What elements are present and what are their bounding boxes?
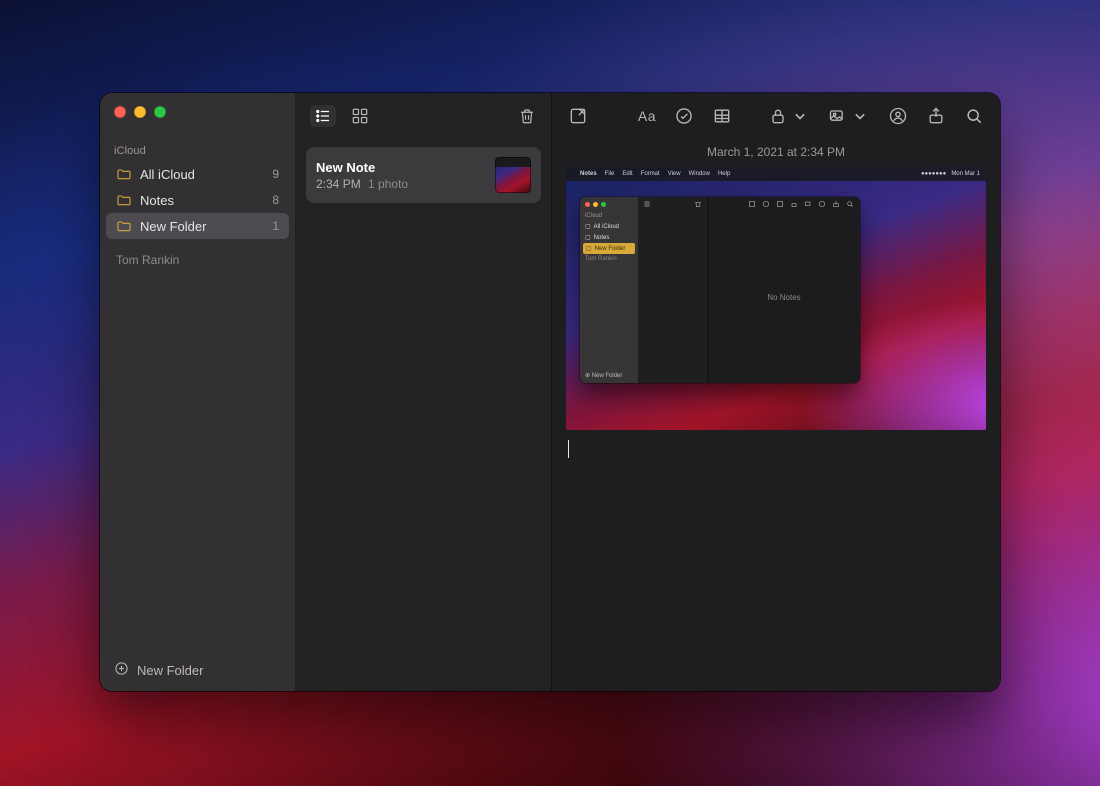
- table-button[interactable]: [712, 106, 732, 126]
- gallery-view-button[interactable]: [350, 106, 370, 126]
- chevron-down-icon: [850, 106, 870, 126]
- delete-note-button[interactable]: [517, 106, 537, 126]
- note-title: New Note: [316, 160, 485, 175]
- folder-icon: [116, 166, 132, 182]
- chevron-down-icon: [790, 106, 810, 126]
- folder-label: New Folder: [140, 219, 206, 234]
- window-controls: [100, 93, 295, 139]
- note-list-item[interactable]: New Note 2:34 PM 1 photo: [306, 147, 541, 203]
- note-meta: 2:34 PM 1 photo: [316, 177, 485, 191]
- folder-icon: [116, 218, 132, 234]
- sidebar-folder-notes[interactable]: Notes 8: [106, 187, 289, 213]
- screenshot-empty-text: No Notes: [708, 211, 860, 383]
- notes-window: iCloud All iCloud 9 Notes 8: [100, 93, 1000, 691]
- minimize-button[interactable]: [134, 106, 146, 118]
- folder-count: 1: [272, 219, 279, 233]
- note-thumbnail: [495, 157, 531, 193]
- note-summary: 1 photo: [368, 177, 408, 191]
- desktop-wallpaper: iCloud All iCloud 9 Notes 8: [0, 0, 1100, 786]
- screenshot-inner-window: iCloud ▢All iCloud ▢Notes ▢New Folder To…: [580, 197, 860, 383]
- editor-toolbar: Aa: [552, 93, 1000, 139]
- sidebar-folder-all-icloud[interactable]: All iCloud 9: [106, 161, 289, 187]
- text-cursor: [568, 440, 986, 458]
- folder-count: 9: [272, 167, 279, 181]
- folder-count: 8: [272, 193, 279, 207]
- new-folder-label: New Folder: [137, 663, 203, 678]
- close-button[interactable]: [114, 106, 126, 118]
- collaborate-button[interactable]: [888, 106, 908, 126]
- folder-list: All iCloud 9 Notes 8 New Folder 1: [100, 161, 295, 239]
- lock-note-button[interactable]: [768, 106, 810, 126]
- media-button[interactable]: [828, 106, 870, 126]
- share-button[interactable]: [926, 106, 946, 126]
- checklist-button[interactable]: [674, 106, 694, 126]
- text-format-button[interactable]: Aa: [636, 106, 656, 126]
- aa-icon: Aa: [638, 108, 656, 124]
- plus-circle-icon: [114, 661, 129, 679]
- sidebar: iCloud All iCloud 9 Notes 8: [100, 93, 296, 691]
- note-list-toolbar: [296, 93, 551, 139]
- search-button[interactable]: [964, 106, 984, 126]
- account-name: Tom Rankin: [100, 239, 295, 281]
- folder-label: All iCloud: [140, 167, 195, 182]
- editor-pane: Aa: [552, 93, 1000, 691]
- screenshot-menubar: Notes File Edit Format View Window Help …: [566, 167, 986, 181]
- note-timestamp: March 1, 2021 at 2:34 PM: [552, 139, 1000, 167]
- screenshot-app-name: Notes: [580, 171, 597, 177]
- note-body[interactable]: Notes File Edit Format View Window Help …: [552, 167, 1000, 472]
- sidebar-folder-new-folder[interactable]: New Folder 1: [106, 213, 289, 239]
- note-time: 2:34 PM: [316, 177, 361, 191]
- compose-button[interactable]: [568, 106, 588, 126]
- folder-label: Notes: [140, 193, 174, 208]
- folder-icon: [116, 192, 132, 208]
- sidebar-section-label: iCloud: [100, 139, 295, 161]
- list-view-button[interactable]: [310, 105, 336, 127]
- note-attachment-image[interactable]: Notes File Edit Format View Window Help …: [566, 167, 986, 430]
- new-folder-button[interactable]: New Folder: [100, 650, 295, 691]
- note-list-column: New Note 2:34 PM 1 photo: [296, 93, 552, 691]
- fullscreen-button[interactable]: [154, 106, 166, 118]
